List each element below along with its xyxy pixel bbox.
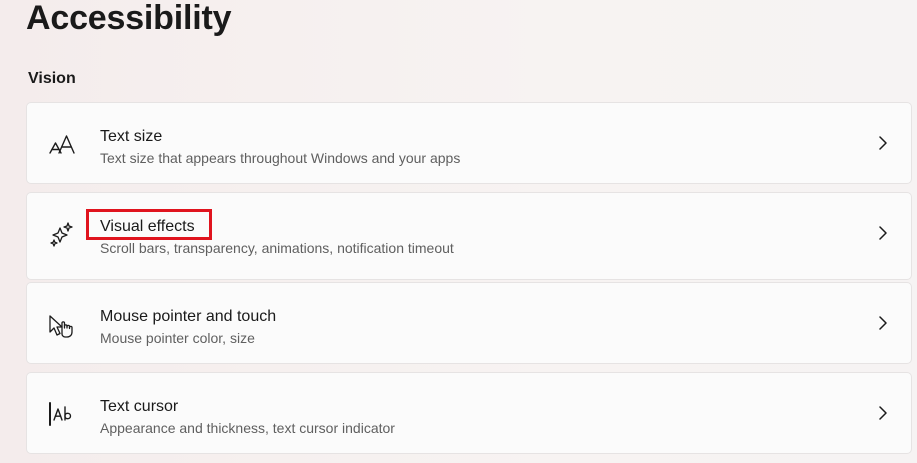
- settings-item-description: Scroll bars, transparency, animations, n…: [100, 240, 454, 256]
- settings-item-text-cursor[interactable]: Text cursor Appearance and thickness, te…: [26, 372, 912, 454]
- settings-item-description: Appearance and thickness, text cursor in…: [100, 420, 395, 436]
- settings-item-description: Text size that appears throughout Window…: [100, 150, 461, 166]
- section-title-vision: Vision: [28, 70, 76, 87]
- settings-item-title: Text size: [100, 128, 163, 145]
- text-cursor-icon: [47, 400, 77, 428]
- chevron-right-icon: [877, 134, 889, 152]
- chevron-right-icon: [877, 314, 889, 332]
- chevron-right-icon: [877, 404, 889, 422]
- chevron-right-icon: [877, 224, 889, 242]
- text-size-icon: [47, 130, 77, 158]
- settings-item-description: Mouse pointer color, size: [100, 330, 255, 346]
- settings-item-title: Text cursor: [100, 398, 179, 415]
- settings-item-title: Mouse pointer and touch: [100, 308, 277, 325]
- settings-item-text-size[interactable]: Text size Text size that appears through…: [26, 102, 912, 184]
- mouse-pointer-touch-icon: [47, 310, 77, 338]
- page-title: Accessibility: [26, 0, 232, 37]
- settings-item-visual-effects[interactable]: Visual effects Scroll bars, transparency…: [26, 192, 912, 280]
- sparkle-icon: [47, 220, 77, 248]
- settings-item-title: Visual effects: [100, 218, 195, 235]
- settings-item-mouse-pointer-touch[interactable]: Mouse pointer and touch Mouse pointer co…: [26, 282, 912, 364]
